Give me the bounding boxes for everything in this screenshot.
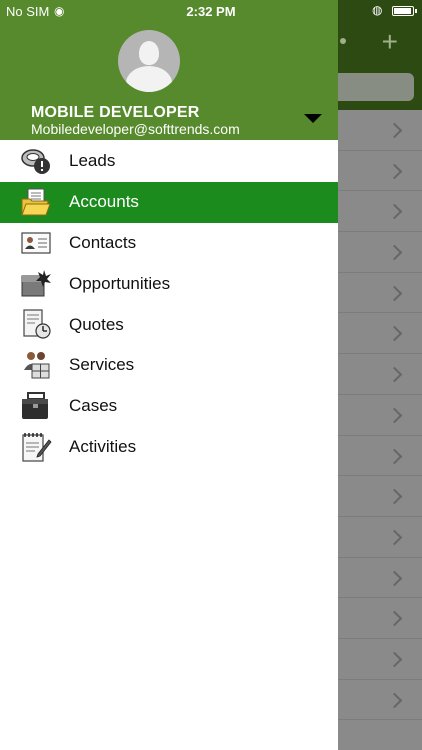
battery-icon — [392, 6, 417, 16]
avatar-body — [126, 66, 172, 92]
user-email: Mobiledeveloper@softtrends.com — [31, 121, 240, 137]
menu-item-label: Contacts — [69, 232, 137, 252]
services-icon — [24, 351, 50, 379]
avatar — [118, 30, 180, 92]
list-item[interactable] — [338, 232, 422, 273]
list-item[interactable] — [338, 151, 422, 192]
menu-item-contacts[interactable]: Contacts — [0, 223, 338, 264]
list-item[interactable] — [338, 313, 422, 355]
list-item[interactable] — [338, 517, 422, 558]
list-item[interactable] — [338, 598, 422, 639]
user-name: MOBILE DEVELOPER — [31, 104, 200, 121]
contacts-card-icon — [21, 231, 51, 254]
avatar-head — [139, 41, 159, 65]
dropdown-arrow-icon[interactable] — [304, 114, 322, 123]
menu-item-label: Services — [69, 355, 135, 375]
accounts-folder-icon — [21, 188, 51, 216]
opportunities-icon — [21, 270, 51, 297]
background-dot-icon — [340, 38, 346, 44]
menu-item-opportunities[interactable]: Opportunities — [0, 263, 338, 304]
list-item[interactable] — [338, 558, 422, 599]
list-item[interactable] — [338, 436, 422, 477]
menu-item-label: Opportunities — [69, 273, 171, 293]
add-icon[interactable]: + — [382, 28, 398, 56]
menu-item-quotes[interactable]: Quotes — [0, 304, 338, 345]
background-search-field[interactable] — [330, 73, 414, 101]
list-item[interactable] — [338, 273, 422, 314]
menu-item-leads[interactable]: Leads — [0, 141, 338, 182]
menu-item-label: Accounts — [69, 192, 139, 212]
menu-item-services[interactable]: Services — [0, 345, 338, 386]
cases-briefcase-icon — [22, 391, 48, 419]
menu-item-label: Leads — [69, 151, 116, 171]
side-drawer: MOBILE DEVELOPER Mobiledeveloper@softtre… — [0, 0, 338, 750]
menu-item-activities[interactable]: Activities — [0, 427, 338, 468]
list-item[interactable] — [338, 639, 422, 680]
menu-item-label: Cases — [69, 396, 118, 416]
quotes-icon — [23, 309, 51, 339]
list-item[interactable] — [338, 354, 422, 395]
menu-item-label: Quotes — [69, 314, 124, 334]
orientation-lock-icon: ◍ — [372, 3, 383, 17]
menu-item-accounts[interactable]: Accounts — [0, 181, 338, 223]
leads-icon — [21, 149, 50, 174]
background-list — [338, 110, 422, 721]
activities-notepad-icon — [22, 432, 52, 462]
menu-item-label: Activities — [69, 436, 137, 456]
menu-item-cases[interactable]: Cases — [0, 386, 338, 427]
list-item[interactable] — [338, 680, 422, 721]
list-item[interactable] — [338, 191, 422, 233]
list-item[interactable] — [338, 395, 422, 436]
list-item[interactable] — [338, 110, 422, 151]
list-item[interactable] — [338, 476, 422, 517]
drawer-menu: Leads Accounts Contacts Opportunities Qu… — [0, 141, 338, 467]
status-time: 2:32 PM — [186, 4, 236, 19]
status-bar: No SIM ◉ 2:32 PM ◍ — [0, 0, 422, 22]
